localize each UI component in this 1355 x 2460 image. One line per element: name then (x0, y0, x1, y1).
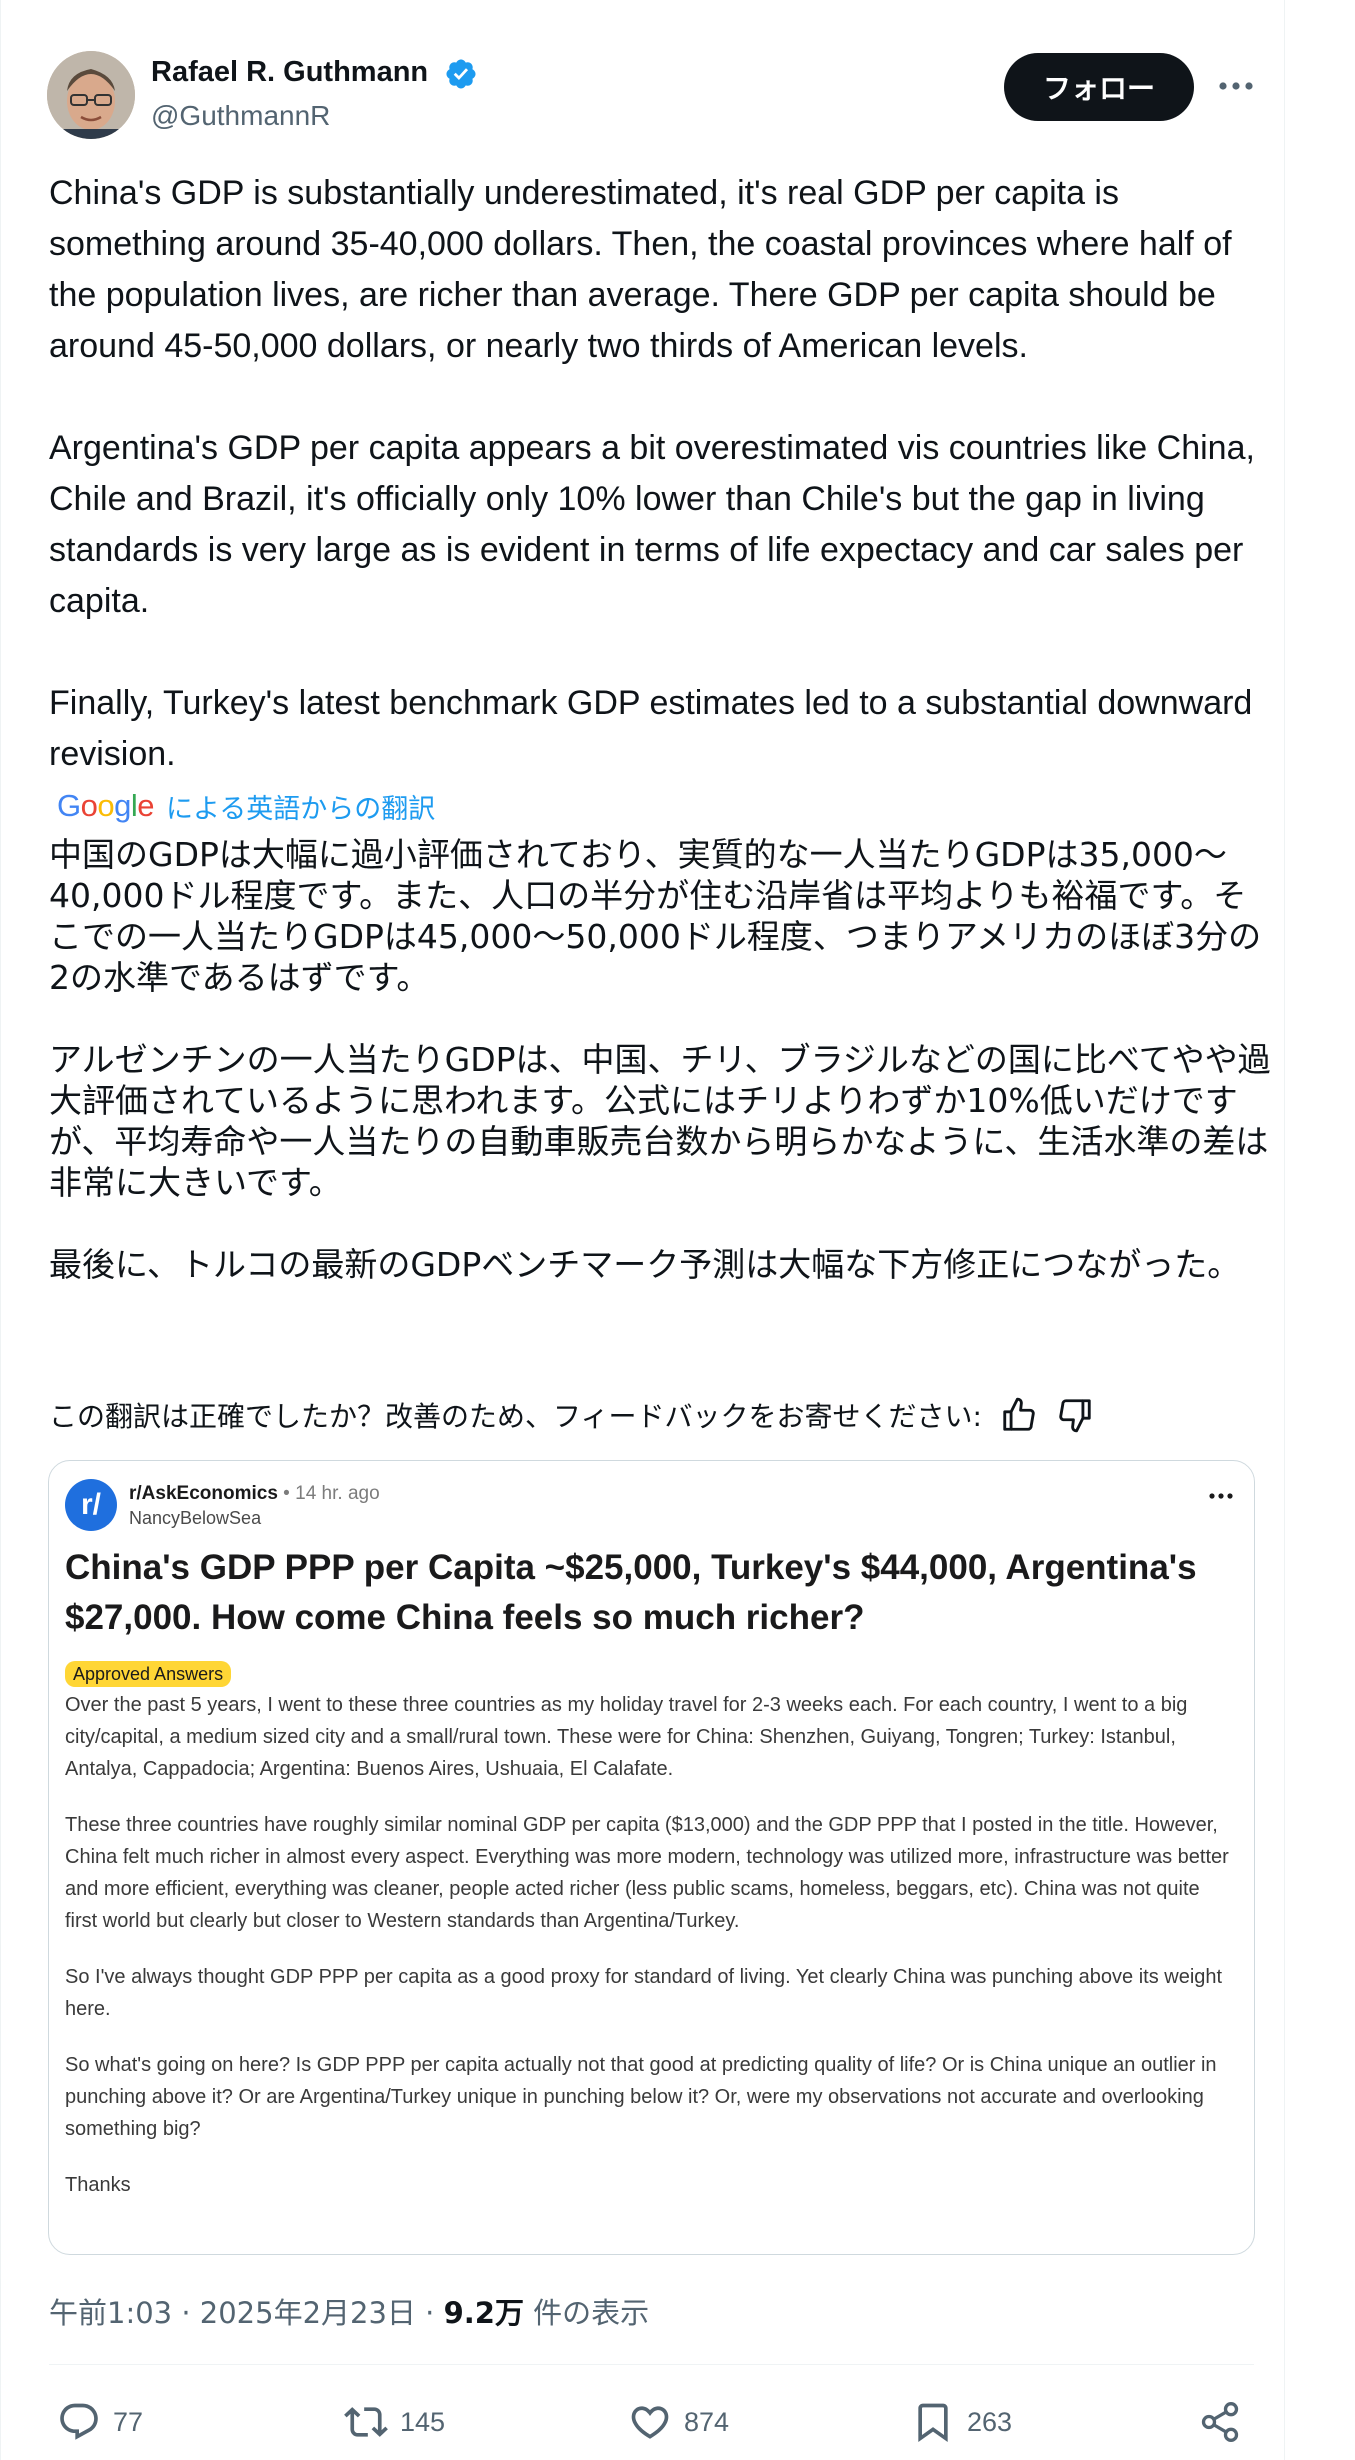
heart-icon (631, 2406, 669, 2439)
bookmark-button[interactable]: 263 (911, 2397, 1012, 2447)
post-title: China's GDP PPP per Capita ~$25,000, Tur… (65, 1548, 1197, 1637)
like-button[interactable]: 874 (628, 2397, 729, 2447)
reply-button[interactable]: 77 (57, 2397, 143, 2447)
translated-paragraph: 最後に、トルコの最新のGDPベンチマーク予測は大幅な下方修正につながった。 (49, 1245, 1241, 1284)
thumbs-down-icon[interactable] (1056, 1396, 1094, 1434)
flair-badge: Approved Answers (65, 1661, 232, 1687)
share-button[interactable] (1198, 2397, 1242, 2447)
card-more-icon (1206, 1489, 1236, 1503)
post-author: NancyBelowSea (129, 1508, 262, 1528)
view-label: 件の表示 (523, 2296, 650, 2330)
translated-text: 中国のGDPは大幅に過小評価されており、実質的な一人当たりGDPは35,000〜… (49, 834, 1274, 1285)
reply-icon (60, 2403, 98, 2440)
like-count: 874 (684, 2406, 730, 2437)
embedded-image-card[interactable]: r/ r/AskEconomics • 14 hr. ago NancyBelo… (48, 1460, 1255, 2255)
translated-paragraph: アルゼンチンの一人当たりGDPは、中国、チリ、ブラジルなどの国に比べてやや過大評… (49, 1040, 1271, 1202)
post-paragraph: So I've always thought GDP PPP per capit… (65, 1966, 1223, 2020)
bookmark-count: 263 (967, 2406, 1013, 2437)
thumbs-up-icon[interactable] (1000, 1396, 1038, 1434)
google-logo: Google (57, 788, 155, 823)
translation-attribution[interactable]: Google による英語からの翻訳 (57, 786, 435, 826)
tweet-meta: 午前1:03 · 2025年2月23日 · 9.2万 件の表示 (49, 2296, 650, 2330)
subreddit-line: r/AskEconomics • 14 hr. ago (129, 1483, 380, 1504)
divider (49, 2364, 1254, 2365)
post-time: 14 hr. ago (295, 1483, 380, 1504)
post-paragraph: These three countries have roughly simil… (65, 1814, 1229, 1932)
feedback-prompt: この翻訳は正確でしたか？改善のため、フィードバックをお寄せください: (49, 1400, 982, 1433)
more-options-icon[interactable] (1211, 68, 1261, 104)
repost-button[interactable]: 145 (344, 2397, 445, 2447)
tweet-paragraph: Finally, Turkey's latest benchmark GDP e… (49, 684, 1253, 773)
translation-label[interactable]: による英語からの翻訳 (166, 787, 435, 826)
tweet-container: Rafael R. Guthmann @GuthmannR フォロー China… (0, 0, 1285, 2460)
verified-badge-icon (444, 57, 478, 91)
post-paragraph: Thanks (65, 2174, 131, 2196)
translation-feedback: この翻訳は正確でしたか？改善のため、フィードバックをお寄せください: (49, 1392, 1094, 1438)
repost-icon (344, 2407, 388, 2437)
view-count: 9.2万 (443, 2296, 524, 2330)
repost-count: 145 (400, 2406, 446, 2437)
post-paragraph: So what's going on here? Is GDP PPP per … (65, 2054, 1217, 2140)
tweet-time[interactable]: 午前1:03 (49, 2296, 172, 2330)
tweet-paragraph: Argentina's GDP per capita appears a bit… (49, 429, 1255, 620)
follow-button[interactable]: フォロー (1004, 53, 1194, 121)
subreddit-icon: r/ (65, 1479, 117, 1531)
author-handle[interactable]: @GuthmannR (151, 100, 330, 132)
avatar[interactable] (47, 51, 135, 139)
tweet-paragraph: China's GDP is substantially underestima… (49, 174, 1232, 365)
post-body: Over the past 5 years, I went to these t… (65, 1689, 1237, 2225)
bookmark-icon (918, 2403, 948, 2443)
tweet-date[interactable]: 2025年2月23日 (200, 2296, 416, 2330)
reply-count: 77 (113, 2406, 144, 2437)
tweet-text: China's GDP is substantially underestima… (49, 168, 1269, 780)
subreddit-name: r/AskEconomics (129, 1483, 278, 1504)
share-icon (1201, 2402, 1239, 2442)
translated-paragraph: 中国のGDPは大幅に過小評価されており、実質的な一人当たりGDPは35,000〜… (49, 835, 1262, 997)
author-name[interactable]: Rafael R. Guthmann (151, 56, 428, 89)
post-paragraph: Over the past 5 years, I went to these t… (65, 1694, 1188, 1780)
